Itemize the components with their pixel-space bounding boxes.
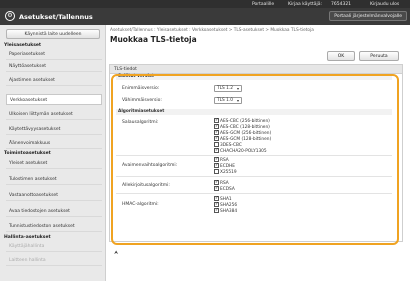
sidebar-item-device-management[interactable]: Laitteen hallinta	[6, 255, 102, 266]
sidebar-item-receive[interactable]: Vastaanottoasetukset	[6, 190, 102, 201]
sidebar-item-external-interface[interactable]: Ulkoisen liittymän asetukset	[6, 109, 102, 120]
scroll-to-top-icon[interactable]: ⮝	[114, 250, 118, 256]
checkbox-label: ECDSA	[220, 187, 235, 192]
sidebar-item-timer[interactable]: Ajastimen asetukset	[6, 75, 102, 86]
sidebar-item-printer[interactable]: Tulostimen asetukset	[6, 174, 102, 185]
user-id: 7654321	[331, 1, 352, 7]
top-bar: Portaalille Kirjaa käyttäjä: 7654321 Kir…	[0, 0, 410, 8]
checkbox-checked-icon	[214, 196, 219, 201]
divider	[116, 176, 392, 177]
restart-device-button[interactable]: Käynnistä laite uudelleen	[6, 29, 100, 39]
sidebar-item-common[interactable]: Yleiset asetukset	[6, 158, 102, 169]
logout-link[interactable]: Kirjaudu ulos	[370, 2, 399, 7]
logged-user-label: Kirjaa käyttäjä:	[288, 1, 323, 7]
app-title: Asetukset/Tallennus	[19, 12, 93, 21]
checkbox-label: SHA384	[220, 209, 238, 214]
checkbox-chacha20[interactable]: CHACHA20-POLY1305	[214, 148, 267, 154]
checkbox-checked-icon	[214, 163, 219, 168]
breadcrumb: Asetukset/Tallennus : Yleisasetukset : V…	[110, 28, 314, 33]
checkbox-checked-icon	[214, 130, 219, 135]
page-title: Muokkaa TLS-tietoja	[110, 35, 197, 44]
key-exchange-label: Avaimenvaihtoalgoritmi:	[122, 163, 178, 168]
sidebar-item-user-management[interactable]: Käyttäjähallinta	[6, 241, 102, 252]
min-version-select[interactable]: TLS 1.0 ▾	[214, 97, 242, 104]
app-header: ⚙ Asetukset/Tallennus Portaali järjestel…	[0, 8, 410, 25]
sidebar-item-open-files[interactable]: Avaa tiedostojen asetukset	[6, 206, 102, 217]
sidebar-item-usability[interactable]: Käytettävyysasetukset	[6, 124, 102, 135]
sidebar: Käynnistä laite uudelleen Yleisasetukset…	[0, 25, 106, 281]
checkbox-checked-icon	[214, 136, 219, 141]
checkbox-checked-icon	[214, 118, 219, 123]
sidebar-heading-general: Yleisasetukset	[4, 43, 42, 48]
checkbox-unchecked-icon	[214, 142, 219, 147]
algorithms-heading: Algoritmiasetukset	[116, 109, 392, 115]
signature-label: Allekirjoitusalgoritmi:	[122, 183, 170, 188]
encryption-label: Salausalgoritmi:	[122, 120, 159, 125]
hmac-label: HMAC-algoritmi:	[122, 202, 159, 207]
main-content: Asetukset/Tallennus : Yleisasetukset : V…	[106, 25, 410, 281]
checkbox-checked-icon	[214, 208, 219, 213]
checkbox-hmac-sha384[interactable]: SHA384	[214, 208, 237, 214]
checkbox-checked-icon	[214, 186, 219, 191]
sidebar-item-volume[interactable]: Äänenvoimakkuus	[6, 138, 102, 149]
sidebar-item-paper[interactable]: Paperiasetukset	[6, 49, 102, 60]
checkbox-unchecked-icon	[214, 169, 219, 174]
chevron-down-icon: ▾	[236, 86, 239, 91]
admin-portal-button[interactable]: Portaali järjestelmänvalvojalle	[329, 11, 407, 21]
settings-icon: ⚙	[5, 11, 15, 21]
cancel-button[interactable]: Peruuta	[359, 51, 399, 61]
divider	[116, 155, 392, 156]
max-version-select[interactable]: TLS 1.2 ▾	[214, 85, 242, 92]
ok-button[interactable]: OK	[327, 51, 355, 61]
checkbox-checked-icon	[214, 124, 219, 129]
sidebar-heading-management: Hallinta-asetukset	[4, 235, 51, 240]
divider	[116, 193, 392, 194]
checkbox-label: X25519	[220, 170, 237, 175]
sidebar-item-auth-file[interactable]: Tunnistustiedoston asetukset	[6, 221, 102, 232]
max-version-label: Enimmäisversio:	[122, 86, 160, 91]
checkbox-checked-icon	[214, 157, 219, 162]
checkbox-label: CHACHA20-POLY1305	[220, 149, 267, 154]
panel-title: TLS-tiedot	[114, 67, 137, 72]
checkbox-kx-x25519[interactable]: X25519	[214, 169, 237, 175]
sidebar-item-display[interactable]: Näyttöasetukset	[6, 61, 102, 72]
min-version-value: TLS 1.0	[217, 98, 233, 103]
checkbox-checked-icon	[214, 180, 219, 185]
min-version-label: Vähimmäisversio:	[122, 98, 162, 103]
checkbox-checked-icon	[214, 202, 219, 207]
versions-heading: Sallitut versiot	[116, 74, 392, 80]
checkbox-checked-icon	[214, 148, 219, 153]
sidebar-heading-functions: Toimintoasetukset	[4, 151, 51, 156]
checkbox-sig-ecdsa[interactable]: ECDSA	[214, 186, 235, 192]
max-version-value: TLS 1.2	[217, 86, 233, 91]
portal-link[interactable]: Portaalille	[252, 2, 274, 7]
chevron-down-icon: ▾	[236, 98, 239, 103]
sidebar-item-network[interactable]: Verkkoasetukset	[6, 94, 102, 105]
panel-header: TLS-tiedot	[110, 65, 402, 74]
